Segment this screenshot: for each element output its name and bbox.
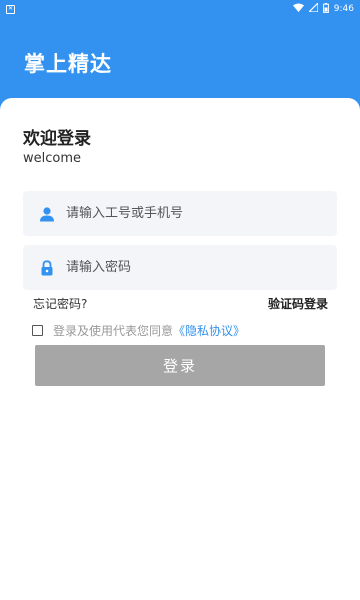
sms-login-link[interactable]: 验证码登录 <box>268 295 328 312</box>
agreement-checkbox[interactable] <box>32 325 43 336</box>
status-bar: ✕ 9:46 <box>0 0 360 18</box>
signal-icon <box>307 1 319 15</box>
agreement-text: 登录及使用代表您同意 <box>53 324 174 338</box>
account-input[interactable] <box>66 206 306 221</box>
wifi-icon <box>292 3 304 15</box>
agreement-row: 登录及使用代表您同意 《隐私协议》 <box>32 322 245 339</box>
welcome-title: 欢迎登录 <box>23 129 91 149</box>
forgot-password-link[interactable]: 忘记密码? <box>33 295 87 312</box>
notification-box-icon: ✕ <box>6 4 15 14</box>
user-icon <box>39 206 55 222</box>
password-input[interactable] <box>66 260 306 275</box>
password-field[interactable] <box>23 245 337 290</box>
login-button[interactable]: 登录 <box>35 345 325 386</box>
app-title: 掌上精达 <box>24 52 112 76</box>
welcome-subtitle: welcome <box>23 151 82 166</box>
privacy-policy-link[interactable]: 《隐私协议》 <box>173 322 245 339</box>
lock-icon <box>39 259 55 276</box>
battery-icon <box>322 2 329 16</box>
status-time: 9:46 <box>333 4 354 14</box>
account-field[interactable] <box>23 191 337 236</box>
